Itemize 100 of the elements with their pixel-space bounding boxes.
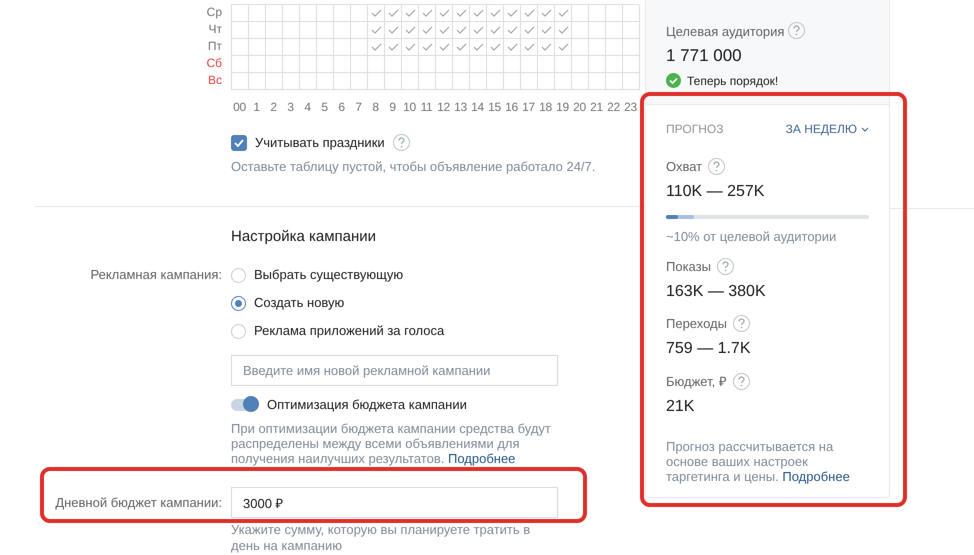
schedule-cell[interactable] (266, 5, 283, 22)
schedule-cell[interactable] (300, 39, 317, 56)
schedule-cell[interactable] (453, 73, 470, 90)
help-icon[interactable] (732, 315, 750, 332)
schedule-cell[interactable] (487, 39, 504, 56)
schedule-cell[interactable] (470, 39, 487, 56)
schedule-cell[interactable] (555, 22, 572, 39)
schedule-cell[interactable] (351, 5, 368, 22)
schedule-cell[interactable] (470, 56, 487, 73)
schedule-cell[interactable] (283, 39, 300, 56)
schedule-cell[interactable] (300, 73, 317, 90)
schedule-cell[interactable] (351, 22, 368, 39)
schedule-cell[interactable] (385, 73, 402, 90)
schedule-cell[interactable] (334, 73, 351, 90)
period-dropdown[interactable]: ЗА НЕДЕЛЮ (786, 122, 869, 136)
schedule-cell[interactable] (521, 39, 538, 56)
schedule-cell[interactable] (436, 22, 453, 39)
radio-button[interactable] (231, 268, 246, 282)
schedule-cell[interactable] (623, 73, 640, 90)
schedule-cell[interactable] (572, 22, 589, 39)
schedule-cell[interactable] (504, 73, 521, 90)
schedule-cell[interactable] (232, 5, 249, 22)
schedule-cell[interactable] (317, 73, 334, 90)
schedule-cell[interactable] (385, 5, 402, 22)
schedule-cell[interactable] (436, 73, 453, 90)
schedule-cell[interactable] (402, 22, 419, 39)
schedule-cell[interactable] (317, 39, 334, 56)
more-link[interactable]: Подробнее (448, 451, 516, 466)
help-icon[interactable] (716, 258, 734, 275)
schedule-cell[interactable] (402, 56, 419, 73)
radio-button[interactable] (231, 296, 246, 310)
schedule-cell[interactable] (334, 5, 351, 22)
schedule-cell[interactable] (589, 39, 606, 56)
schedule-cell[interactable] (555, 5, 572, 22)
schedule-cell[interactable] (300, 56, 317, 73)
schedule-cell[interactable] (538, 73, 555, 90)
schedule-cell[interactable] (385, 22, 402, 39)
schedule-cell[interactable] (385, 56, 402, 73)
schedule-cell[interactable] (606, 5, 623, 22)
help-icon[interactable] (788, 22, 806, 39)
schedule-cell[interactable] (504, 39, 521, 56)
help-icon[interactable] (708, 158, 726, 175)
schedule-cell[interactable] (249, 39, 266, 56)
schedule-cell[interactable] (249, 73, 266, 90)
schedule-cell[interactable] (538, 22, 555, 39)
schedule-cell[interactable] (385, 39, 402, 56)
schedule-cell[interactable] (232, 73, 249, 90)
schedule-cell[interactable] (572, 56, 589, 73)
help-icon[interactable] (732, 372, 750, 390)
input-field[interactable]: Введите имя новой рекламной кампании (231, 355, 558, 386)
schedule-cell[interactable] (283, 56, 300, 73)
schedule-cell[interactable] (538, 39, 555, 56)
schedule-cell[interactable] (538, 5, 555, 22)
schedule-cell[interactable] (487, 73, 504, 90)
schedule-cell[interactable] (300, 5, 317, 22)
schedule-cell[interactable] (606, 22, 623, 39)
schedule-cell[interactable] (589, 22, 606, 39)
schedule-cell[interactable] (351, 73, 368, 90)
schedule-cell[interactable] (368, 5, 385, 22)
schedule-cell[interactable] (436, 5, 453, 22)
schedule-cell[interactable] (402, 5, 419, 22)
more-link[interactable]: Подробнее (782, 469, 850, 484)
schedule-cell[interactable] (419, 22, 436, 39)
schedule-cell[interactable] (521, 5, 538, 22)
schedule-cell[interactable] (504, 56, 521, 73)
schedule-cell[interactable] (521, 56, 538, 73)
schedule-cell[interactable] (283, 22, 300, 39)
schedule-cell[interactable] (266, 39, 283, 56)
schedule-cell[interactable] (453, 39, 470, 56)
schedule-cell[interactable] (232, 22, 249, 39)
schedule-cell[interactable] (334, 39, 351, 56)
schedule-cell[interactable] (589, 56, 606, 73)
schedule-cell[interactable] (232, 39, 249, 56)
schedule-cell[interactable] (317, 56, 334, 73)
schedule-cell[interactable] (334, 56, 351, 73)
schedule-cell[interactable] (487, 5, 504, 22)
schedule-cell[interactable] (470, 5, 487, 22)
schedule-cell[interactable] (555, 56, 572, 73)
schedule-cell[interactable] (249, 22, 266, 39)
schedule-cell[interactable] (266, 22, 283, 39)
schedule-cell[interactable] (521, 73, 538, 90)
schedule-cell[interactable] (504, 22, 521, 39)
schedule-cell[interactable] (538, 56, 555, 73)
schedule-cell[interactable] (368, 22, 385, 39)
schedule-cell[interactable] (419, 56, 436, 73)
toggle-switch[interactable] (231, 398, 258, 410)
schedule-cell[interactable] (368, 73, 385, 90)
schedule-cell[interactable] (266, 73, 283, 90)
schedule-cell[interactable] (317, 5, 334, 22)
schedule-cell[interactable] (453, 22, 470, 39)
schedule-cell[interactable] (402, 73, 419, 90)
schedule-cell[interactable] (572, 73, 589, 90)
schedule-cell[interactable] (351, 56, 368, 73)
help-icon[interactable] (392, 134, 410, 151)
schedule-cell[interactable] (232, 56, 249, 73)
schedule-cell[interactable] (283, 73, 300, 90)
schedule-cell[interactable] (419, 39, 436, 56)
schedule-cell[interactable] (419, 73, 436, 90)
schedule-cell[interactable] (606, 39, 623, 56)
schedule-cell[interactable] (572, 5, 589, 22)
